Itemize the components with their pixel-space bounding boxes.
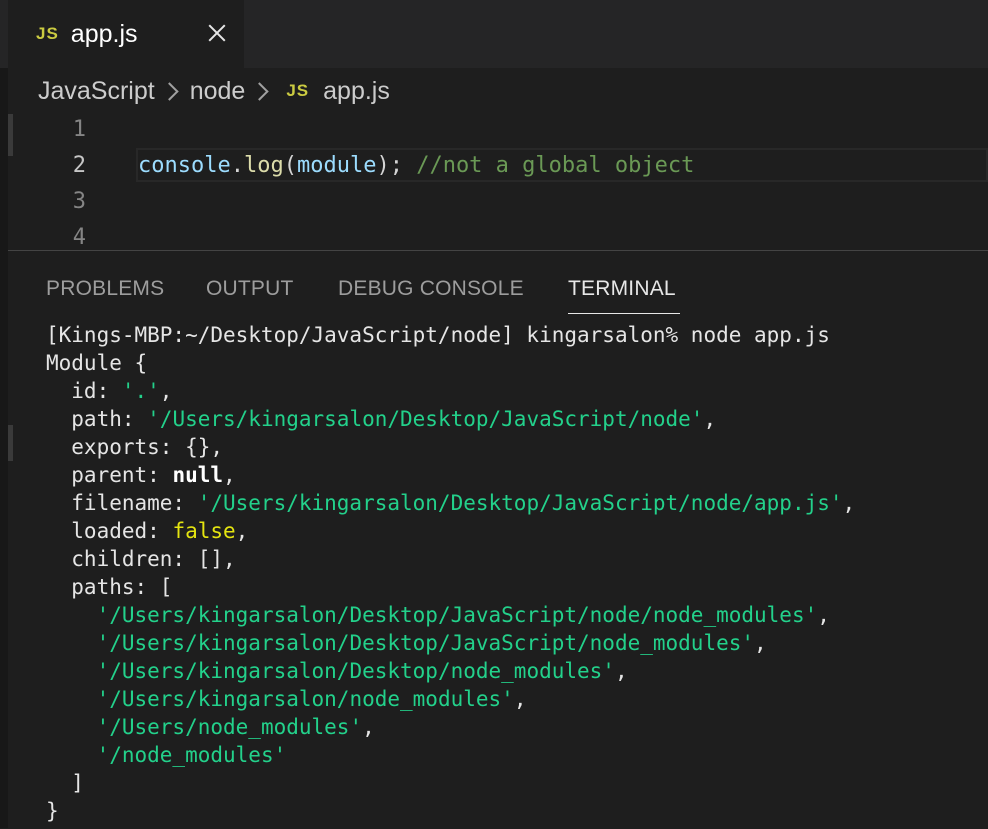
terminal-line: path: '/Users/kingarsalon/Desktop/JavaSc…	[46, 407, 717, 431]
terminal-string: '/Users/kingarsalon/Desktop/node_modules…	[96, 659, 615, 683]
terminal-line: filename: '/Users/kingarsalon/Desktop/Ja…	[46, 491, 856, 515]
code-token-object: console	[138, 153, 231, 178]
terminal-line: '/Users/kingarsalon/node_modules',	[96, 687, 527, 711]
terminal-line: ]	[46, 771, 84, 795]
code-token-dot: .	[230, 153, 244, 178]
terminal-string: '/Users/kingarsalon/Desktop/JavaScript/n…	[147, 407, 704, 431]
editor-line[interactable]: 2 console.log(module); //not a global ob…	[8, 148, 988, 184]
tab-problems[interactable]: PROBLEMS	[46, 277, 164, 301]
code-token-paren-close: );	[376, 153, 403, 178]
terminal-line: children: [],	[46, 547, 236, 571]
terminal-string: '/Users/kingarsalon/Desktop/JavaScript/n…	[96, 603, 818, 627]
terminal-line: parent: null,	[46, 463, 236, 487]
gutter-indicator	[8, 425, 13, 461]
code-token-argument: module	[296, 153, 377, 178]
terminal-key: filename:	[46, 491, 198, 515]
terminal-line: '/node_modules'	[46, 741, 988, 769]
window-left-edge	[0, 0, 8, 828]
line-number: 3	[72, 189, 86, 214]
javascript-file-icon: JS	[286, 81, 310, 100]
code-text: console.log(module); //not a global obje…	[138, 148, 694, 184]
terminal-prompt-line: [Kings-MBP:~/Desktop/JavaScript/node] ki…	[46, 323, 830, 347]
terminal-key: loaded:	[46, 519, 173, 543]
editor-line[interactable]: 1	[8, 112, 988, 148]
chevron-right-icon	[250, 81, 270, 101]
terminal-line: }	[46, 799, 59, 823]
code-editor[interactable]: 1 2 console.log(module); //not a global …	[8, 114, 988, 250]
terminal-output[interactable]: [Kings-MBP:~/Desktop/JavaScript/node] ki…	[46, 321, 988, 825]
bottom-panel: PROBLEMS OUTPUT DEBUG CONSOLE TERMINAL […	[8, 250, 988, 829]
tab-label: app.js	[70, 19, 138, 48]
active-tab-indicator	[568, 313, 680, 314]
tab-app-js[interactable]: JS app.js	[8, 0, 244, 68]
code-comment: //not a global object	[416, 153, 695, 178]
line-number: 1	[72, 117, 86, 142]
terminal-line: '/Users/kingarsalon/Desktop/JavaScript/n…	[96, 631, 767, 655]
terminal-string: '/Users/kingarsalon/Desktop/JavaScript/n…	[197, 491, 843, 515]
terminal-string: '/Users/kingarsalon/node_modules'	[96, 687, 514, 711]
javascript-file-icon: JS	[36, 24, 59, 43]
terminal-key: path:	[46, 407, 148, 431]
terminal-line: '/Users/kingarsalon/Desktop/JavaScript/n…	[96, 603, 830, 627]
code-token-function: log	[243, 153, 284, 178]
terminal-line: paths: [	[46, 575, 173, 599]
line-number: 2	[72, 153, 86, 178]
breadcrumb-item-file[interactable]: app.js	[323, 77, 390, 106]
terminal-line: exports: {},	[46, 435, 224, 459]
breadcrumb: JavaScript node JS app.js	[8, 68, 988, 114]
tab-terminal[interactable]: TERMINAL	[568, 277, 676, 301]
terminal-line: id: '.',	[46, 379, 173, 403]
terminal-string: '/node_modules'	[96, 743, 287, 767]
tab-debug-console[interactable]: DEBUG CONSOLE	[338, 277, 524, 301]
chevron-right-icon	[160, 81, 179, 101]
editor-line[interactable]: 3	[8, 184, 988, 220]
close-icon[interactable]	[202, 18, 232, 48]
terminal-line: loaded: false,	[46, 519, 249, 543]
terminal-string: '/Users/kingarsalon/Desktop/JavaScript/n…	[96, 631, 755, 655]
terminal-line: Module {	[46, 351, 148, 375]
terminal-string: '.'	[121, 379, 160, 403]
editor-tab-bar: JS app.js	[0, 0, 988, 68]
terminal-key: parent:	[46, 463, 173, 487]
terminal-boolean: false	[172, 519, 236, 543]
terminal-string: '/Users/node_modules'	[96, 715, 363, 739]
terminal-line: '/Users/kingarsalon/Desktop/node_modules…	[96, 659, 628, 683]
breadcrumb-item-javascript[interactable]: JavaScript	[38, 77, 155, 106]
panel-tab-bar: PROBLEMS OUTPUT DEBUG CONSOLE TERMINAL	[8, 251, 988, 321]
terminal-line: '/Users/node_modules',	[96, 715, 375, 739]
breadcrumb-item-node[interactable]: node	[190, 77, 246, 106]
tab-output[interactable]: OUTPUT	[206, 277, 294, 301]
terminal-key: id:	[46, 379, 122, 403]
code-token-paren-open: (	[283, 153, 297, 178]
terminal-null: null	[172, 463, 224, 487]
